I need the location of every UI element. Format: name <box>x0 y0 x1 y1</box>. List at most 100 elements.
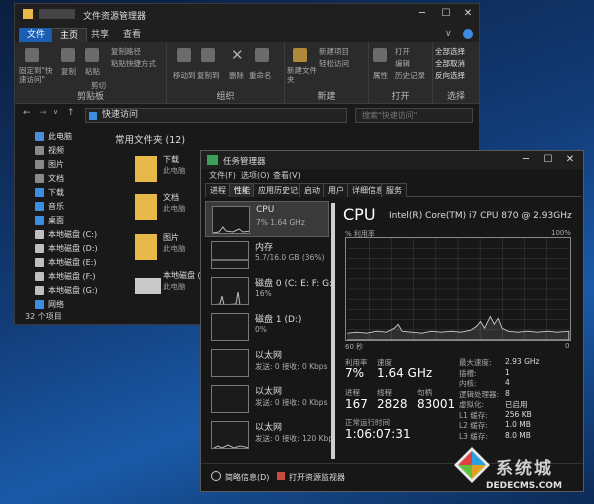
folder-item[interactable]: 文档 此电脑 <box>135 190 205 232</box>
taskmgr-app-icon <box>207 155 218 165</box>
navigation-pane: 此电脑 视频 图片 文档下载音乐 桌面 本地磁盘 (C:) 本地磁盘 (D:) 本地磁盘 (E… <box>15 126 103 312</box>
ribbon-group-select: 全部选择 全部取消 反向选择 选择 <box>433 42 479 104</box>
maximize-button[interactable]: ☐ <box>537 152 559 168</box>
edit-button[interactable]: 编辑 <box>395 58 410 69</box>
copy-to-button[interactable]: 复制到 <box>197 70 220 81</box>
tab-performance[interactable]: 性能 <box>229 183 255 197</box>
perf-sidebar-item[interactable]: 以太网 发送: 0 接收: 0 Kbps <box>205 381 329 417</box>
perf-sidebar-item[interactable]: 以太网 发送: 0 接收: 120 Kbp <box>205 417 333 453</box>
watermark-text: 系统城 <box>496 459 553 479</box>
close-button[interactable]: ✕ <box>559 152 581 168</box>
fewer-details-button[interactable]: 简略信息(D) <box>225 472 269 483</box>
search-input[interactable]: 搜索"快速访问" <box>355 108 473 123</box>
section-header[interactable]: 常用文件夹 (12) <box>115 132 185 146</box>
sidebar-scrollbar[interactable] <box>331 203 335 459</box>
graph-label-max: 100% <box>551 229 572 237</box>
open-resource-monitor-link[interactable]: 打开资源监视器 <box>289 472 345 483</box>
menu-options[interactable]: 选项(O) <box>241 170 270 181</box>
minimize-button[interactable]: ─ <box>411 6 433 22</box>
tab-view[interactable]: 查看 <box>115 28 149 42</box>
nav-item[interactable]: 音乐 <box>21 200 64 214</box>
copy-path-button[interactable]: 复制路径 <box>111 46 141 57</box>
cpu-detail-value: 1.0 MB <box>505 420 531 429</box>
perf-sidebar-item[interactable]: 以太网 发送: 0 接收: 0 Kbps <box>205 345 329 381</box>
invert-selection-button[interactable]: 反向选择 <box>435 70 465 81</box>
properties-button[interactable]: 属性 <box>373 70 388 81</box>
up-arrow-icon[interactable]: ↑ <box>67 108 75 118</box>
nav-item[interactable]: 本地磁盘 (D:) <box>21 242 98 256</box>
help-icon[interactable] <box>463 29 473 39</box>
perf-sidebar-item[interactable]: CPU 7% 1.64 GHz <box>205 201 329 237</box>
folder-item[interactable]: 下载 此电脑 <box>135 152 205 194</box>
perf-thumbnail-graph <box>212 206 250 234</box>
address-bar-row: ← → ∨ ↑ 快速访问 搜索"快速访问" <box>15 104 479 126</box>
cpu-detail-value: 256 KB <box>505 409 532 419</box>
taskmgr-titlebar: 任务管理器 ─ ☐ ✕ <box>201 151 583 169</box>
nav-item[interactable]: 桌面 <box>21 214 64 228</box>
menu-file[interactable]: 文件(F) <box>209 170 236 181</box>
rename-button[interactable]: 重命名 <box>249 70 272 81</box>
close-button[interactable]: ✕ <box>457 6 479 22</box>
perf-item-name: 磁盘 1 (D:) <box>255 315 302 325</box>
new-folder-button[interactable]: 新建文件夹 <box>287 66 317 84</box>
nav-item[interactable]: 本地磁盘 (F:) <box>21 270 95 284</box>
easy-access-button[interactable]: 轻松访问 <box>319 58 349 69</box>
select-all-button[interactable]: 全部选择 <box>435 46 465 57</box>
tab-file[interactable]: 文件 <box>19 28 54 42</box>
nav-item[interactable]: 本地磁盘 (G:) <box>21 284 98 298</box>
back-arrow-icon[interactable]: ← <box>23 108 31 118</box>
nav-item[interactable]: 下载 <box>21 186 64 200</box>
folder-name: 下载 <box>163 155 179 164</box>
folder-item[interactable]: 图片 此电脑 <box>135 230 205 272</box>
nav-item-icon <box>35 174 44 183</box>
taskmgr-title: 任务管理器 <box>223 157 266 167</box>
recent-chevron-icon[interactable]: ∨ <box>53 108 58 116</box>
select-none-button[interactable]: 全部取消 <box>435 58 465 69</box>
paste-shortcut-button[interactable]: 粘贴快捷方式 <box>111 58 156 69</box>
chevron-up-icon[interactable] <box>211 471 221 481</box>
paste-button[interactable]: 粘贴 <box>85 66 100 77</box>
move-to-button[interactable]: 移动到 <box>173 70 196 81</box>
minimize-button[interactable]: ─ <box>515 152 537 168</box>
pin-to-quick-access-button[interactable]: 固定到"快速访问" <box>19 66 53 84</box>
perf-sidebar-item[interactable]: 磁盘 1 (D:) 0% <box>205 309 329 345</box>
nav-item[interactable]: 本地磁盘 (C:) <box>21 228 97 242</box>
delete-button[interactable]: 删除 <box>229 70 244 81</box>
nav-item[interactable]: 图片 <box>21 158 64 172</box>
perf-sidebar-item[interactable]: 磁盘 0 (C: E: F: G: 16% <box>205 273 332 309</box>
cpu-detail-value: 8 <box>505 388 510 398</box>
ribbon: 固定到"快速访问" 复制 粘贴 复制路径 粘贴快捷方式 剪切 剪贴板 移动到 复… <box>15 42 479 104</box>
perf-sidebar-item[interactable]: 内存 5.7/16.0 GB (36%) <box>205 237 329 273</box>
taskmgr-menubar: 文件(F) 选项(O) 查看(V) <box>201 169 583 183</box>
copy-button[interactable]: 复制 <box>61 66 76 77</box>
nav-item-label: 下载 <box>48 188 64 197</box>
cpu-detail-key: 虚拟化: <box>459 400 485 409</box>
nav-item[interactable]: 文档 <box>21 172 64 186</box>
menu-view[interactable]: 查看(V) <box>273 170 301 181</box>
nav-item[interactable]: 此电脑 <box>21 130 72 144</box>
new-item-button[interactable]: 新建项目 <box>319 46 349 57</box>
history-button[interactable]: 历史记录 <box>395 70 425 81</box>
maximize-button[interactable]: ☐ <box>435 6 457 22</box>
ribbon-collapse-icon[interactable]: ∨ <box>445 29 452 39</box>
nav-item[interactable]: 本地磁盘 (E:) <box>21 256 97 270</box>
forward-arrow-icon[interactable]: → <box>39 108 47 118</box>
address-field[interactable]: 快速访问 <box>85 108 347 123</box>
open-button[interactable]: 打开 <box>395 46 410 57</box>
tab-services[interactable]: 服务 <box>381 183 407 197</box>
nav-item-icon <box>35 286 44 295</box>
tab-home[interactable]: 主页 <box>51 28 88 42</box>
folder-icon <box>23 9 33 19</box>
graph-gridlines <box>347 238 569 340</box>
nav-item-icon <box>35 272 44 281</box>
tab-users[interactable]: 用户 <box>323 183 349 197</box>
quick-access-toolbar[interactable] <box>39 9 75 19</box>
tab-startup[interactable]: 启动 <box>299 183 325 197</box>
perf-thumbnail-graph <box>211 277 249 305</box>
nav-item-icon <box>35 132 44 141</box>
tab-processes[interactable]: 进程 <box>205 183 231 197</box>
nav-item[interactable]: 视频 <box>21 144 64 158</box>
tab-share[interactable]: 共享 <box>83 28 117 42</box>
nav-item-icon <box>35 160 44 169</box>
perf-thumbnail-graph <box>211 241 249 269</box>
